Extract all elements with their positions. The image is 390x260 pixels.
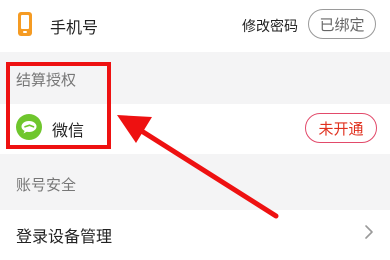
- annotation-highlight-box: [6, 62, 111, 149]
- bound-status-badge: 已绑定: [308, 9, 376, 39]
- not-activated-button[interactable]: 未开通: [305, 113, 377, 143]
- chevron-right-icon: [365, 225, 373, 239]
- device-management-label: 登录设备管理: [16, 227, 113, 246]
- phone-label: 手机号: [50, 18, 99, 37]
- security-section-title: 账号安全: [16, 176, 77, 194]
- account-settings-page: 手机号 修改密码 已绑定 结算授权 微信 未开通 账号安全 登录设备管理: [0, 0, 390, 260]
- change-password-link[interactable]: 修改密码: [242, 16, 298, 36]
- phone-icon: [18, 12, 32, 36]
